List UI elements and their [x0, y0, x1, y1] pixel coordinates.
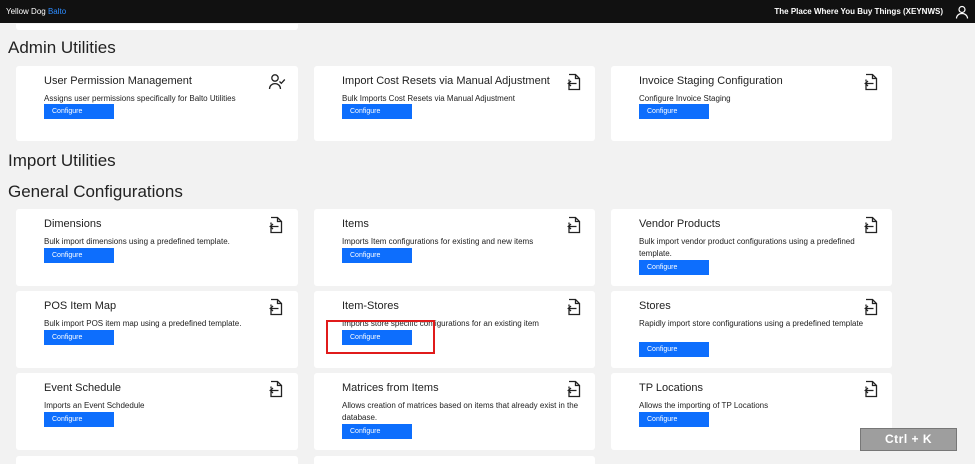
card-description: Bulk import vendor product configuration… [639, 237, 855, 258]
card-title: Import Cost Resets via Manual Adjustment [342, 75, 550, 87]
configure-button[interactable]: Configure [44, 248, 114, 263]
card-dimensions: Dimensions Bulk import dimensions using … [16, 209, 298, 286]
section-title-import-utilities: Import Utilities [8, 151, 116, 170]
file-import-icon [268, 380, 284, 398]
card-title: Dimensions [44, 218, 102, 230]
configure-button[interactable]: Configure [639, 260, 709, 275]
configure-button[interactable]: Configure [639, 342, 709, 357]
user-profile-icon[interactable] [955, 5, 969, 19]
card-title: Items [342, 218, 369, 230]
card-tp-locations: TP Locations Allows the importing of TP … [611, 373, 892, 450]
card-title: User Permission Management [44, 75, 192, 87]
configure-button[interactable]: Configure [342, 248, 412, 263]
configure-button[interactable]: Configure [639, 104, 709, 119]
card-title: POS Item Map [44, 300, 117, 312]
brand-name: Yellow Dog [6, 7, 46, 16]
card-invoice-staging-configuration: Invoice Staging Configuration Configure … [611, 66, 892, 141]
configure-button[interactable]: Configure [639, 412, 709, 427]
file-import-icon [863, 73, 879, 91]
section-title-general-configurations: General Configurations [8, 182, 183, 201]
file-import-icon [268, 216, 284, 234]
configure-button[interactable]: Configure [342, 424, 412, 439]
configure-button[interactable]: Configure [44, 104, 114, 119]
top-navbar: Yellow Dog Balto The Place Where You Buy… [0, 0, 975, 23]
card-description: Imports Item configurations for existing… [342, 237, 534, 246]
card-stores: Stores Rapidly import store configuratio… [611, 291, 892, 368]
file-import-icon [863, 216, 879, 234]
card-title: Matrices from Items [342, 382, 439, 394]
card-title: TP Locations [639, 382, 704, 394]
card-title: Item-Stores [342, 300, 399, 312]
brand-logo[interactable]: Yellow Dog Balto [6, 7, 66, 16]
file-import-icon [566, 298, 582, 316]
card-title: Stores [639, 300, 671, 312]
card-description: Allows creation of matrices based on ite… [342, 401, 579, 422]
configure-button[interactable]: Configure [342, 104, 412, 119]
card-title: Vendor Products [639, 218, 721, 230]
card-description: Bulk import dimensions using a predefine… [44, 237, 230, 246]
card-stub-bottom [16, 456, 298, 464]
configure-button[interactable]: Configure [44, 412, 114, 427]
card-description: Bulk import POS item map using a predefi… [44, 319, 242, 328]
file-import-icon [863, 380, 879, 398]
card-import-cost-resets: Import Cost Resets via Manual Adjustment… [314, 66, 595, 141]
store-selector[interactable]: The Place Where You Buy Things (XEYNWS) [774, 7, 943, 16]
card-description: Allows the importing of TP Locations [639, 401, 769, 410]
card-items: Items Imports Item configurations for ex… [314, 209, 595, 286]
card-vendor-products: Vendor Products Bulk import vendor produ… [611, 209, 892, 286]
highlight-box [326, 320, 435, 354]
card-user-permission-management: User Permission Management Assigns user … [16, 66, 298, 141]
user-check-icon [268, 73, 286, 91]
card-title: Invoice Staging Configuration [639, 75, 783, 87]
card-description: Rapidly import store configurations usin… [639, 319, 864, 328]
card-stub-bottom [314, 456, 595, 464]
brand-accent: Balto [47, 7, 67, 16]
file-import-icon [268, 298, 284, 316]
card-description: Imports an Event Schdedule [44, 401, 145, 410]
card-stub-top [16, 24, 298, 30]
configure-button[interactable]: Configure [44, 330, 114, 345]
file-import-icon [566, 73, 582, 91]
file-import-icon [566, 380, 582, 398]
card-pos-item-map: POS Item Map Bulk import POS item map us… [16, 291, 298, 368]
file-import-icon [863, 298, 879, 316]
file-import-icon [566, 216, 582, 234]
card-title: Event Schedule [44, 382, 122, 394]
card-matrices-from-items: Matrices from Items Allows creation of m… [314, 373, 595, 450]
keyboard-shortcut-hint: Ctrl + K [860, 428, 957, 451]
card-event-schedule: Event Schedule Imports an Event Schdedul… [16, 373, 298, 450]
section-title-admin-utilities: Admin Utilities [8, 38, 116, 57]
